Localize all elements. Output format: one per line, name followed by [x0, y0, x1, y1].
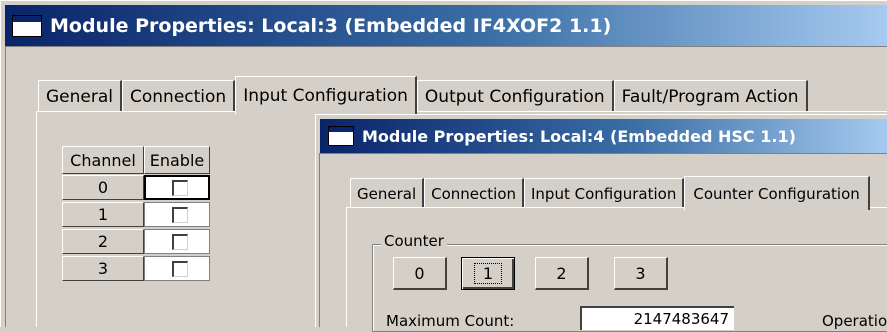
tab-connection[interactable]: Connection	[424, 178, 524, 208]
title-bar[interactable]: Module Properties: Local:4 (Embedded HSC…	[320, 119, 887, 153]
counter-1-label: 1	[473, 263, 503, 284]
tab-general[interactable]: General	[38, 80, 122, 112]
enable-cell[interactable]	[144, 256, 210, 281]
column-header-enable: Enable	[144, 146, 210, 174]
table-row: 2	[62, 228, 210, 255]
tab-connection[interactable]: Connection	[122, 80, 236, 112]
enable-cell[interactable]	[144, 175, 210, 200]
window-icon	[12, 14, 42, 37]
tab-input-configuration[interactable]: Input Configuration	[235, 76, 417, 114]
channel-cell: 3	[62, 256, 144, 281]
enable-checkbox[interactable]	[172, 234, 188, 250]
enable-cell[interactable]	[144, 229, 210, 254]
channel-cell: 1	[62, 202, 144, 227]
window-title: Module Properties: Local:3 (Embedded IF4…	[50, 14, 612, 37]
counter-2-button[interactable]: 2	[535, 257, 589, 290]
counter-1-button[interactable]: 1	[461, 257, 515, 290]
table-row: 3	[62, 255, 210, 282]
tab-output-configuration[interactable]: Output Configuration	[416, 80, 614, 112]
table-row: 0	[62, 174, 210, 201]
channel-cell: 0	[62, 175, 144, 200]
channel-cell: 2	[62, 229, 144, 254]
enable-checkbox[interactable]	[172, 261, 188, 277]
tab-input-configuration[interactable]: Input Configuration	[524, 178, 685, 208]
table-row: 1	[62, 201, 210, 228]
enable-cell[interactable]	[144, 202, 210, 227]
maximum-count-input[interactable]: 2147483647	[580, 306, 734, 330]
tab-strip: General Connection Input Configuration O…	[38, 76, 808, 114]
window-icon	[328, 126, 354, 146]
window-title: Module Properties: Local:4 (Embedded HSC…	[362, 126, 796, 146]
counter-3-button[interactable]: 3	[614, 257, 668, 290]
maximum-count-label: Maximum Count:	[386, 312, 515, 330]
column-header-channel: Channel	[62, 146, 144, 174]
enable-checkbox[interactable]	[172, 180, 188, 196]
enable-checkbox[interactable]	[172, 207, 188, 223]
channel-enable-table: Channel Enable 0 1 2 3	[62, 146, 210, 282]
counter-group-label: Counter	[381, 232, 447, 250]
tab-strip: General Connection Input Configuration C…	[350, 175, 870, 210]
tab-counter-configuration[interactable]: Counter Configuration	[684, 176, 870, 210]
counter-0-button[interactable]: 0	[393, 257, 447, 290]
operation-label: Operation	[822, 312, 887, 330]
tab-general[interactable]: General	[350, 178, 425, 208]
title-bar[interactable]: Module Properties: Local:3 (Embedded IF4…	[5, 5, 887, 46]
tab-fault-program-action[interactable]: Fault/Program Action	[613, 80, 808, 112]
